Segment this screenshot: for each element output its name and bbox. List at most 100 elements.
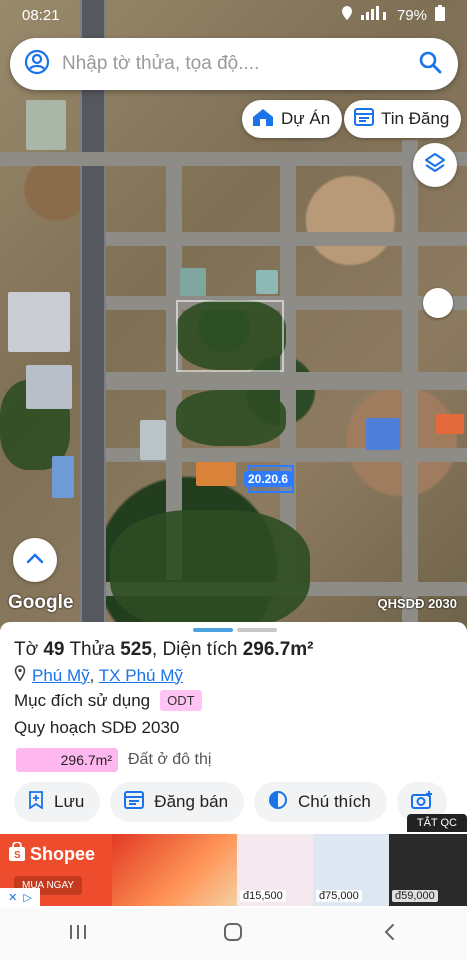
post-icon bbox=[124, 790, 145, 814]
user-icon[interactable] bbox=[24, 49, 50, 80]
parcel-number: 525 bbox=[120, 639, 152, 660]
layers-icon bbox=[423, 151, 447, 180]
building bbox=[436, 414, 464, 434]
save-button[interactable]: Lưu bbox=[14, 782, 101, 822]
save-button-label: Lưu bbox=[54, 792, 85, 811]
bookmark-add-icon bbox=[28, 790, 44, 814]
back-chevron-icon bbox=[383, 923, 395, 946]
building bbox=[180, 268, 206, 296]
search-icon[interactable] bbox=[418, 50, 442, 79]
search-input[interactable] bbox=[62, 53, 418, 75]
home-icon bbox=[223, 922, 243, 947]
post-for-sale-button[interactable]: Đăng bán bbox=[110, 782, 245, 822]
town-link[interactable]: TX Phú Mỹ bbox=[99, 666, 183, 685]
map-layer-label: QHSDĐ 2030 bbox=[377, 596, 457, 611]
listing-chip-label: Tin Đăng bbox=[381, 109, 450, 128]
satellite-map[interactable]: 20.20.6 Google QHSDĐ 2030 bbox=[0, 0, 467, 630]
recent-apps-button[interactable] bbox=[48, 914, 108, 954]
purpose-label: Mục đích sử dụng bbox=[14, 690, 151, 710]
sheet-number: 49 bbox=[43, 639, 65, 660]
shopping-bag-icon: S bbox=[8, 841, 26, 867]
plot-outline bbox=[176, 300, 284, 372]
listing-icon bbox=[354, 107, 374, 131]
layers-button[interactable] bbox=[413, 143, 457, 187]
product-price: đ75,000 bbox=[316, 890, 362, 902]
sheet-label: Tờ bbox=[14, 639, 39, 660]
map-road bbox=[402, 140, 418, 630]
project-chip-label: Dự Án bbox=[281, 109, 331, 128]
location-separator: , bbox=[89, 665, 95, 685]
parcel-code-label: 20.20.6 bbox=[244, 471, 293, 487]
parcel-area: 296.7m² bbox=[242, 639, 314, 660]
map-road bbox=[0, 152, 467, 166]
legend-button[interactable]: Chú thích bbox=[254, 782, 387, 822]
back-button[interactable] bbox=[359, 914, 419, 954]
sheet-page-indicator bbox=[237, 628, 277, 632]
system-nav-bar bbox=[0, 908, 467, 960]
building bbox=[52, 456, 74, 498]
location-status-icon bbox=[341, 6, 353, 24]
shopee-name: Shopee bbox=[30, 844, 96, 864]
signal-icon bbox=[360, 6, 389, 24]
plan-row: 296.7m² Đất ở đô thị bbox=[16, 748, 211, 772]
building bbox=[256, 270, 278, 294]
battery-icon bbox=[435, 5, 445, 25]
home-button[interactable] bbox=[203, 914, 263, 954]
promo-ad-tile[interactable] bbox=[112, 834, 237, 906]
chevron-up-icon bbox=[25, 551, 45, 570]
collapse-button[interactable] bbox=[13, 538, 57, 582]
plan-area-bar: 296.7m² bbox=[16, 748, 118, 772]
parcel-title: Tờ 49 Thửa 525, Diện tích 296.7m² bbox=[14, 639, 314, 660]
product-price: đ59,000 bbox=[392, 890, 438, 902]
parcel-label: Thửa bbox=[69, 639, 115, 660]
area-label: Diện tích bbox=[162, 639, 238, 660]
google-logo: Google bbox=[8, 592, 74, 613]
search-bar[interactable] bbox=[10, 38, 458, 90]
ad-banner[interactable]: TẮT QC S Shopee MUA NGAY đ15,500 đ75,000… bbox=[0, 814, 467, 906]
plan-use-label: Đất ở đô thị bbox=[128, 751, 212, 768]
building bbox=[140, 420, 166, 460]
close-ad-button[interactable]: TẮT QC bbox=[406, 814, 467, 832]
building bbox=[366, 418, 400, 450]
plan-title: Quy hoạch SDĐ 2030 bbox=[14, 718, 180, 737]
map-scroll-handle[interactable] bbox=[423, 288, 453, 318]
land-use-purpose: Mục đích sử dụng ODT bbox=[14, 690, 202, 711]
house-icon bbox=[252, 107, 274, 132]
close-icon[interactable]: ✕ bbox=[8, 891, 17, 904]
highway bbox=[80, 0, 106, 630]
add-photo-icon bbox=[410, 790, 433, 814]
battery-percent: 79% bbox=[396, 6, 427, 24]
status-time: 08:21 bbox=[22, 6, 60, 24]
sheet-handle[interactable] bbox=[193, 628, 277, 632]
purpose-code-badge: ODT bbox=[160, 690, 202, 711]
product-ad-tile[interactable]: đ15,500 bbox=[237, 834, 313, 906]
app-screen: 20.20.6 Google QHSDĐ 2030 08:21 79% Nhập… bbox=[0, 0, 467, 960]
building bbox=[196, 462, 236, 486]
product-ad-tile[interactable]: đ59,000 bbox=[389, 834, 467, 906]
ad-choices-icon[interactable]: ▷ bbox=[23, 891, 31, 904]
product-ad-tile[interactable]: đ75,000 bbox=[313, 834, 389, 906]
location-pin-icon bbox=[14, 665, 26, 686]
building bbox=[8, 292, 70, 352]
svg-text:S: S bbox=[14, 850, 21, 861]
ad-choices[interactable]: ✕ ▷ bbox=[0, 888, 40, 906]
parcel-location: Phú Mỹ, TX Phú Mỹ bbox=[14, 665, 183, 686]
parcel-info-sheet: Tờ 49 Thửa 525, Diện tích 296.7m² Phú Mỹ… bbox=[0, 622, 467, 834]
shopee-logo: S Shopee bbox=[8, 841, 104, 867]
tree-area bbox=[110, 510, 310, 630]
ward-link[interactable]: Phú Mỹ bbox=[32, 666, 90, 685]
listing-chip[interactable]: Tin Đăng bbox=[344, 100, 462, 138]
building bbox=[26, 365, 72, 409]
post-button-label: Đăng bán bbox=[154, 792, 229, 811]
building bbox=[26, 100, 66, 150]
tree-area bbox=[176, 390, 286, 446]
status-bar: 08:21 79% bbox=[0, 0, 467, 30]
status-icons: 79% bbox=[341, 5, 445, 25]
sheet-page-indicator-active bbox=[193, 628, 233, 632]
legend-button-label: Chú thích bbox=[298, 792, 371, 811]
project-chip[interactable]: Dự Án bbox=[242, 100, 343, 138]
product-price: đ15,500 bbox=[240, 890, 286, 902]
recent-apps-icon bbox=[69, 924, 87, 945]
contrast-icon bbox=[268, 790, 288, 815]
action-bar: Lưu Đăng bán Chú thích bbox=[14, 782, 447, 822]
